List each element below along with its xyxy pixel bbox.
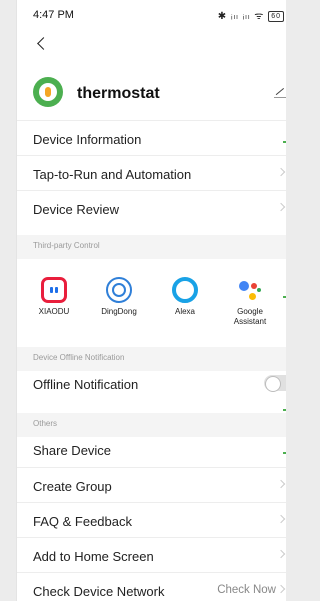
row-label: Create Group — [33, 479, 112, 494]
back-arrow-icon[interactable] — [35, 35, 51, 53]
google-assistant-icon — [237, 277, 263, 303]
dingdong-icon — [106, 277, 132, 303]
status-time: 4:47 PM — [33, 9, 74, 21]
third-party-xiaodu[interactable]: XIAODU — [19, 267, 89, 335]
section-title: Others — [33, 419, 58, 428]
alexa-icon — [172, 277, 198, 303]
chevron-right-icon — [276, 202, 286, 212]
check-now-link[interactable]: Check Now — [217, 584, 276, 596]
chevron-right-icon — [276, 479, 286, 489]
section-third-party: Third-party Control — [17, 235, 286, 259]
status-icons: ✱ ᵢₗₗ ᵢₗₗ ᯤ 60 — [218, 8, 284, 22]
battery-icon: 60 — [268, 11, 284, 22]
row-label: FAQ & Feedback — [33, 514, 132, 529]
third-party-label: Google Assistant — [233, 307, 267, 326]
thermostat-icon — [33, 77, 63, 107]
device-name: thermostat — [77, 85, 160, 102]
signal-icons: ✱ ᵢₗₗ ᵢₗₗ ᯤ — [217, 11, 265, 22]
section-title: Third-party Control — [33, 241, 100, 250]
status-bar: 4:47 PM ✱ ᵢₗₗ ᵢₗₗ ᯤ 60 — [17, 0, 286, 30]
indicator-mark — [283, 409, 286, 411]
chevron-right-icon — [276, 167, 286, 177]
menu-add-to-home-screen[interactable]: Add to Home Screen — [17, 537, 286, 572]
chevron-right-icon — [276, 514, 286, 524]
row-label: Device Review — [33, 202, 119, 217]
phone-screen: 4:47 PM ✱ ᵢₗₗ ᵢₗₗ ᯤ 60 thermostat Device… — [16, 0, 286, 601]
third-party-google-assistant[interactable]: Google Assistant — [215, 267, 285, 335]
indicator-mark — [283, 296, 286, 298]
menu-check-device-network[interactable]: Check Device Network Check Now — [17, 572, 286, 601]
section-title: Device Offline Notification — [33, 353, 125, 362]
offline-notification-row: Offline Notification — [17, 366, 286, 401]
row-label: Tap-to-Run and Automation — [33, 167, 192, 182]
menu-device-review[interactable]: Device Review — [17, 190, 286, 225]
indicator-mark — [283, 452, 286, 454]
third-party-dingdong[interactable]: DingDong — [84, 267, 154, 335]
chevron-right-icon — [276, 584, 286, 594]
third-party-label: DingDong — [101, 307, 137, 316]
indicator-mark — [283, 141, 286, 143]
third-party-label: Alexa — [174, 307, 195, 316]
row-label: Share Device — [33, 443, 112, 458]
menu-create-group[interactable]: Create Group — [17, 467, 286, 502]
xiaodu-icon — [41, 277, 67, 303]
third-party-alexa[interactable]: Alexa — [150, 267, 220, 335]
row-label: Offline Notification — [33, 377, 139, 392]
edit-icon[interactable] — [272, 87, 286, 99]
chevron-right-icon — [276, 549, 286, 559]
menu-faq-feedback[interactable]: FAQ & Feedback — [17, 502, 286, 537]
menu-tap-to-run[interactable]: Tap-to-Run and Automation — [17, 155, 286, 190]
row-label: Add to Home Screen — [33, 549, 154, 564]
third-party-label: XIAODU — [38, 307, 70, 316]
menu-device-information[interactable]: Device Information — [17, 120, 286, 155]
offline-notification-toggle[interactable] — [264, 375, 286, 392]
device-header: thermostat — [17, 70, 286, 118]
row-label: Device Information — [33, 132, 142, 147]
row-label: Check Device Network — [33, 584, 165, 599]
menu-share-device[interactable]: Share Device — [17, 432, 286, 467]
